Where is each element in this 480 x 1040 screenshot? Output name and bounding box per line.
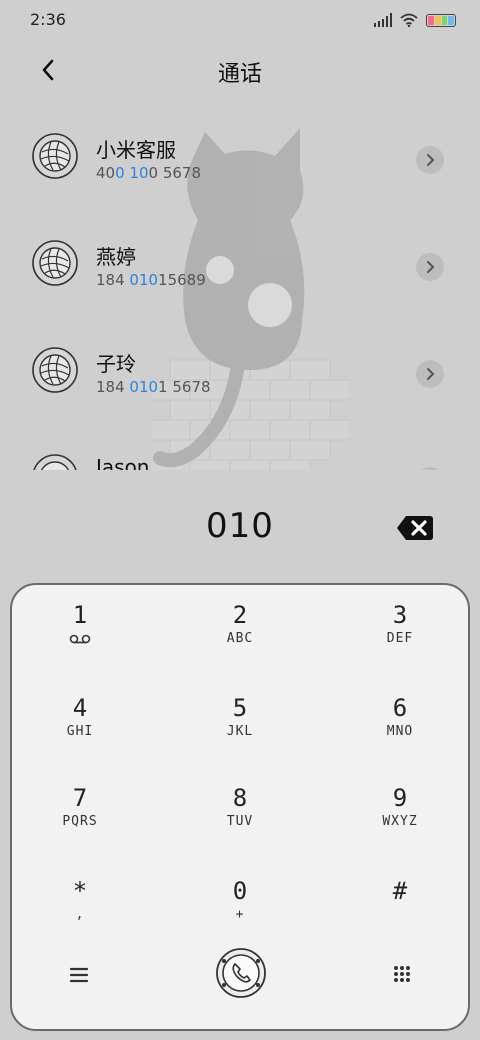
dial-display: 010 — [0, 496, 480, 560]
dialpad: 1 2 ABC 3 DEF 4 GHI 5 JKL 6 MNO 7 PQRS 8… — [10, 583, 470, 1031]
status-time: 2:36 — [30, 10, 66, 29]
contact-name: 燕婷 — [96, 245, 136, 269]
contact-name: 子玲 — [96, 352, 136, 376]
contact-number: 184 01015689 — [96, 271, 206, 289]
battery-icon — [426, 13, 456, 27]
key-2[interactable]: 2 ABC — [170, 587, 310, 667]
key-digit: * — [72, 877, 88, 905]
key-digit: 3 — [392, 601, 408, 629]
key-5[interactable]: 5 JKL — [170, 680, 310, 760]
contact-detail-button[interactable] — [416, 253, 444, 281]
key-letters: GHI — [66, 724, 94, 739]
chevron-right-icon — [427, 154, 435, 166]
contact-detail-button[interactable] — [416, 467, 444, 470]
key-0[interactable]: 0 + — [170, 863, 310, 943]
dialpad-icon[interactable] — [392, 964, 412, 984]
key-7[interactable]: 7 PQRS — [10, 770, 150, 850]
key-letters: , — [75, 907, 85, 922]
key-letters: PQRS — [62, 814, 98, 829]
key-digit: # — [392, 877, 408, 905]
key-digit: 2 — [232, 601, 248, 629]
contact-detail-button[interactable] — [416, 146, 444, 174]
chevron-right-icon — [427, 261, 435, 273]
contact-list: 小米客服 400 100 5678 燕婷 184 01015689 子玲 184… — [0, 110, 480, 470]
key-3[interactable]: 3 DEF — [330, 587, 470, 667]
key-digit: 7 — [72, 784, 88, 812]
key-letters: WXYZ — [382, 814, 418, 829]
page-title: 通话 — [217, 62, 262, 87]
key-letters: JKL — [226, 724, 254, 739]
contact-detail-button[interactable] — [416, 360, 444, 388]
list-item[interactable]: 子玲 184 0101 5678 — [0, 324, 480, 404]
key-letters: DEF — [386, 631, 414, 646]
key-hash[interactable]: # — [330, 863, 470, 943]
signal-icon — [374, 13, 392, 27]
key-digit: 6 — [392, 694, 408, 722]
list-item[interactable]: 小米客服 400 100 5678 — [0, 110, 480, 190]
contact-name: Jason — [96, 455, 150, 470]
status-bar: 2:36 — [0, 0, 480, 44]
key-4[interactable]: 4 GHI — [10, 680, 150, 760]
key-8[interactable]: 8 TUV — [170, 770, 310, 850]
app-header: 通话 — [0, 44, 480, 96]
contact-number: 184 0101 5678 — [96, 378, 211, 396]
key-1[interactable]: 1 — [10, 587, 150, 667]
list-item[interactable]: Jason — [0, 431, 480, 470]
yarn-ball-avatar-icon — [33, 454, 77, 470]
yarn-ball-avatar-icon — [32, 133, 78, 179]
contact-number: 400 100 5678 — [96, 164, 202, 182]
key-star[interactable]: * , — [10, 863, 150, 943]
key-digit: 9 — [392, 784, 408, 812]
key-letters: + — [235, 907, 245, 922]
contact-name: 小米客服 — [96, 138, 176, 162]
list-item[interactable]: 燕婷 184 01015689 — [0, 217, 480, 297]
wifi-icon — [400, 13, 418, 27]
key-letters: TUV — [226, 814, 254, 829]
key-digit: 8 — [232, 784, 248, 812]
key-digit: 0 — [232, 877, 248, 905]
key-letters: MNO — [386, 724, 414, 739]
key-digit: 4 — [72, 694, 88, 722]
key-digit: 5 — [232, 694, 248, 722]
backspace-icon[interactable] — [396, 514, 434, 542]
key-digit: 1 — [72, 601, 88, 629]
yarn-ball-avatar-icon — [32, 347, 78, 393]
key-6[interactable]: 6 MNO — [330, 680, 470, 760]
yarn-ball-avatar-icon — [32, 240, 78, 286]
phone-icon[interactable] — [215, 947, 267, 999]
key-9[interactable]: 9 WXYZ — [330, 770, 470, 850]
key-letters: ABC — [226, 631, 254, 646]
voicemail-icon — [69, 634, 91, 644]
chevron-right-icon — [427, 368, 435, 380]
menu-icon[interactable] — [69, 966, 89, 984]
